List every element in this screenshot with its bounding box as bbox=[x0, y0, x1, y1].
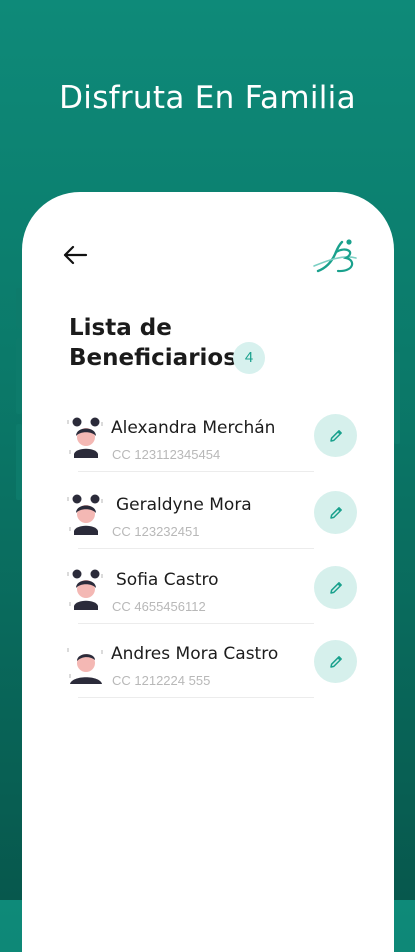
phone-side-button bbox=[16, 288, 22, 328]
female-avatar-icon bbox=[66, 493, 106, 537]
list-item: Andres Mora Castro CC 1212224 555 bbox=[66, 632, 366, 698]
pencil-icon bbox=[329, 581, 342, 594]
edit-button[interactable] bbox=[314, 414, 357, 457]
row-divider bbox=[78, 548, 314, 549]
edit-button[interactable] bbox=[314, 566, 357, 609]
male-avatar-icon bbox=[66, 642, 106, 686]
count-badge: 4 bbox=[233, 342, 265, 374]
page-title-line2: Beneficiarios bbox=[69, 345, 237, 371]
back-arrow-icon[interactable] bbox=[62, 244, 88, 266]
beneficiary-document: CC 123112345454 bbox=[112, 447, 221, 462]
phone-screen: Lista de Beneficiarios 4 Alexandra Merch… bbox=[16, 192, 400, 952]
beneficiary-document: CC 4655456112 bbox=[112, 599, 206, 614]
list-item: Alexandra Merchán CC 123112345454 bbox=[66, 406, 366, 472]
brand-logo bbox=[312, 238, 358, 276]
edit-button[interactable] bbox=[314, 491, 357, 534]
list-item: Geraldyne Mora CC 123232451 bbox=[66, 483, 366, 549]
edit-button[interactable] bbox=[314, 640, 357, 683]
beneficiary-document: CC 123232451 bbox=[112, 524, 200, 539]
phone-side-button bbox=[16, 338, 22, 414]
beneficiary-document: CC 1212224 555 bbox=[112, 673, 211, 688]
hero-title: Disfruta En Familia bbox=[59, 80, 356, 116]
page-title: Lista de Beneficiarios bbox=[69, 313, 237, 373]
page-title-line1: Lista de bbox=[69, 315, 172, 341]
phone-side-button bbox=[394, 352, 400, 444]
female-avatar-icon bbox=[66, 568, 106, 612]
beneficiary-name: Geraldyne Mora bbox=[116, 495, 252, 515]
female-avatar-icon bbox=[66, 416, 106, 460]
beneficiary-name: Alexandra Merchán bbox=[111, 418, 276, 438]
list-item: Sofia Castro CC 4655456112 bbox=[66, 558, 366, 624]
row-divider bbox=[78, 623, 314, 624]
pencil-icon bbox=[329, 429, 342, 442]
beneficiary-name: Andres Mora Castro bbox=[111, 644, 279, 664]
row-divider bbox=[78, 471, 314, 472]
beneficiary-name: Sofia Castro bbox=[116, 570, 219, 590]
pencil-icon bbox=[329, 655, 342, 668]
pencil-icon bbox=[329, 506, 342, 519]
row-divider bbox=[78, 697, 314, 698]
phone-side-button bbox=[16, 424, 22, 500]
